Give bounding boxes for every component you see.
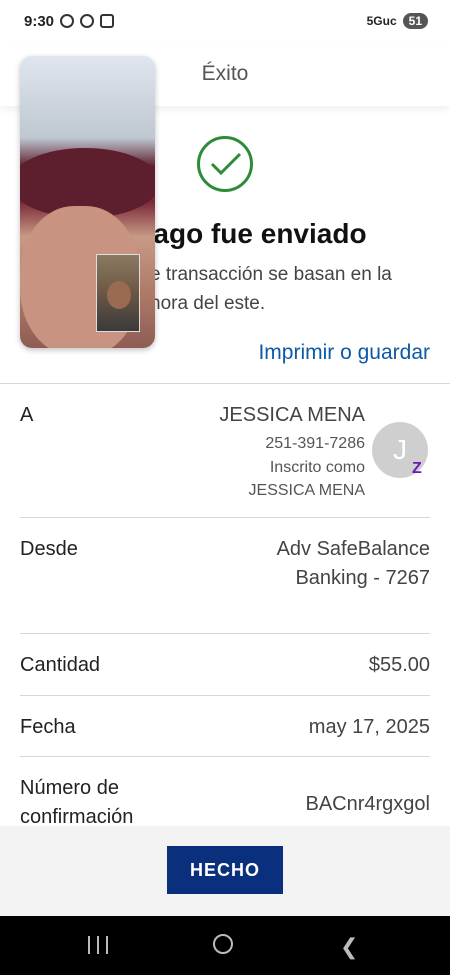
date-label: Fecha [20, 716, 76, 738]
divider [20, 695, 430, 696]
back-icon[interactable]: ❮ [340, 934, 358, 960]
recent-apps-icon[interactable] [88, 936, 108, 954]
clock: 9:30 [24, 12, 55, 30]
amount-label: Cantidad [20, 654, 101, 676]
divider [20, 517, 430, 518]
self-view-thumbnail[interactable] [96, 254, 140, 332]
recipient-name: JESSICA MENA [219, 404, 365, 426]
amount-value: $55.00 [368, 654, 430, 676]
system-nav-bar: ❮ [0, 916, 450, 975]
recipient-label: A [20, 404, 34, 426]
home-icon[interactable] [213, 934, 233, 954]
divider [20, 633, 430, 634]
confirmation-number: BACnr4rgxgol [305, 793, 430, 815]
battery-indicator: 51 [402, 13, 428, 29]
video-call-icon [100, 14, 115, 28]
divider [20, 756, 430, 757]
print-or-save-link[interactable]: Imprimir o guardar [258, 341, 430, 365]
whatsapp-icon [60, 14, 75, 28]
enrolled-as-label: Inscrito como [269, 459, 365, 476]
zelle-icon: Z [412, 460, 422, 477]
confirmation-label: Número de confirmación [20, 777, 134, 828]
timezone-note: e transacción se basan en la hora del es… [150, 264, 392, 314]
done-button[interactable]: HECHO [167, 846, 283, 894]
recipient-phone: 251-391-7286 [265, 435, 365, 452]
enrolled-name: JESSICA MENA [248, 482, 365, 499]
success-check-icon [197, 136, 253, 192]
status-bar: 9:30 5Guc 51 [0, 0, 450, 42]
page-title: Éxito [201, 62, 249, 85]
from-account: Adv SafeBalance Banking - 7267 [276, 538, 430, 589]
network-indicator: 5Guc [366, 14, 397, 28]
chat-icon [80, 14, 95, 28]
from-label: Desde [20, 538, 78, 560]
divider [0, 383, 450, 384]
date-value: may 17, 2025 [308, 716, 430, 738]
video-call-overlay[interactable] [20, 56, 155, 348]
